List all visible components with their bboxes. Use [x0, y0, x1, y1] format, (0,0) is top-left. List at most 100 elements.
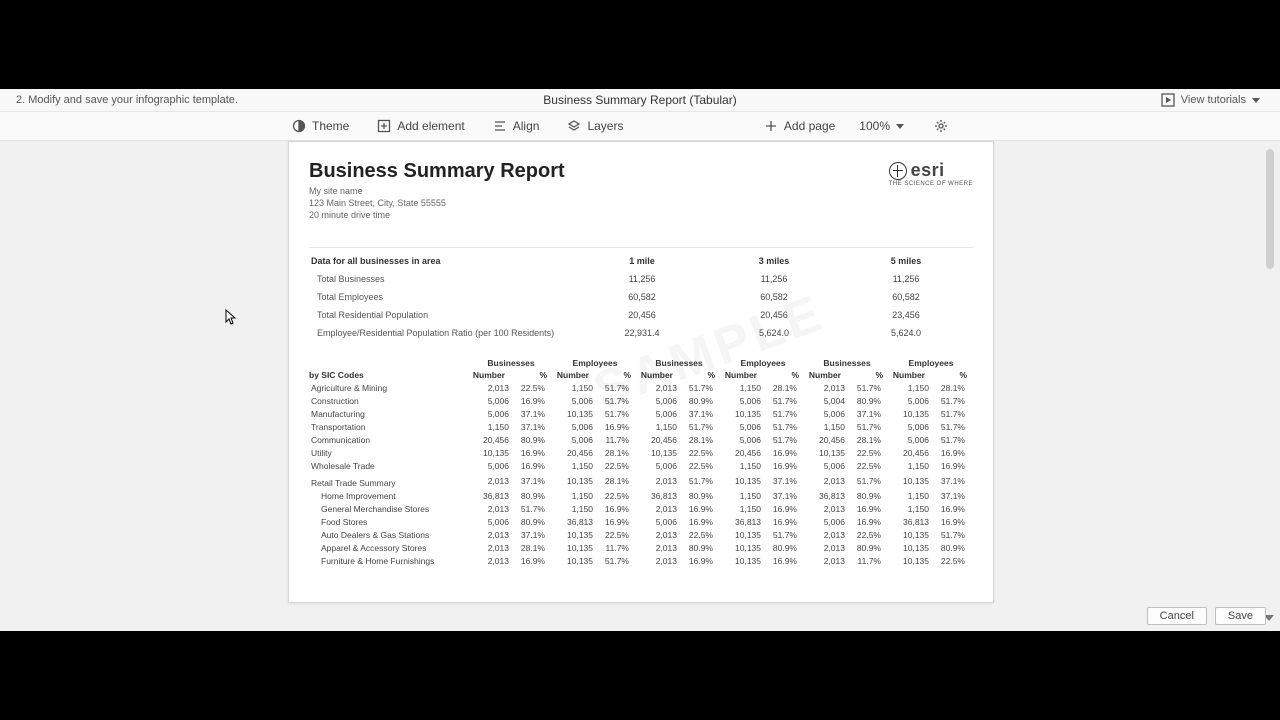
add-element-icon	[377, 119, 391, 133]
sic-row: Furniture & Home Furnishings2,01316.9%10…	[309, 555, 973, 568]
sic-cell: 28.1%	[931, 381, 973, 394]
sic-cell: 16.9%	[595, 516, 637, 529]
sic-cell: 10,135	[721, 407, 763, 420]
sic-cell: 22.5%	[847, 529, 889, 542]
view-tutorials-button[interactable]: View tutorials	[1161, 89, 1260, 111]
sic-cell: 51.7%	[931, 420, 973, 433]
summary-col: 3 miles	[709, 250, 839, 269]
align-button[interactable]: Align	[493, 119, 540, 133]
sic-cell: 22.5%	[595, 459, 637, 472]
save-button[interactable]: Save	[1215, 607, 1266, 625]
sic-cell: 80.9%	[679, 490, 721, 503]
sic-cell: 5,006	[889, 433, 931, 446]
add-page-button[interactable]: Add page	[764, 119, 835, 133]
sic-cell: 20,456	[889, 446, 931, 459]
sic-cell: 2,013	[805, 503, 847, 516]
sic-cell: 51.7%	[847, 381, 889, 394]
play-icon	[1161, 93, 1175, 107]
summary-cell: 60,582	[709, 289, 839, 305]
canvas-area[interactable]: SAMPLE esri THE SCIENCE OF WHERE Busines…	[0, 141, 1280, 631]
summary-cell: 11,256	[709, 271, 839, 287]
sic-group: Businesses	[637, 357, 721, 369]
sic-cell: 28.1%	[595, 472, 637, 490]
sic-subhead: Number	[889, 369, 931, 381]
summary-table: Data for all businesses in area 1 mile 3…	[309, 247, 973, 343]
sic-cell: 10,135	[637, 446, 679, 459]
sic-cell: 16.9%	[847, 516, 889, 529]
sic-cell: 37.1%	[763, 490, 805, 503]
settings-icon[interactable]	[934, 119, 948, 133]
sic-cell: 37.1%	[511, 407, 553, 420]
sic-row-label: General Merchandise Stores	[309, 503, 469, 516]
sic-cell: 51.7%	[847, 420, 889, 433]
sic-cell: 22.5%	[679, 446, 721, 459]
sic-row: Auto Dealers & Gas Stations2,01337.1%10,…	[309, 529, 973, 542]
sic-row: Agriculture & Mining2,01322.5%1,15051.7%…	[309, 381, 973, 394]
sic-cell: 10,135	[889, 472, 931, 490]
sic-cell: 5,006	[469, 459, 511, 472]
sic-cell: 1,150	[889, 381, 931, 394]
sic-cell: 28.1%	[763, 381, 805, 394]
sic-cell: 1,150	[805, 420, 847, 433]
sic-cell: 2,013	[805, 472, 847, 490]
summary-row-label: Total Employees	[311, 289, 575, 305]
site-address: 123 Main Street, City, State 55555	[309, 197, 973, 209]
sic-cell: 51.7%	[595, 407, 637, 420]
sic-cell: 20,456	[721, 446, 763, 459]
sic-cell: 10,135	[889, 555, 931, 568]
sic-row: Communication20,45680.9%5,00611.7%20,456…	[309, 433, 973, 446]
sic-cell: 16.9%	[679, 503, 721, 516]
summary-cell: 5,624.0	[841, 325, 971, 341]
theme-button[interactable]: Theme	[292, 119, 349, 133]
sic-cell: 51.7%	[595, 394, 637, 407]
summary-row: Employee/Residential Population Ratio (p…	[311, 325, 971, 341]
sic-cell: 37.1%	[931, 490, 973, 503]
sic-cell: 5,006	[889, 420, 931, 433]
sic-cell: 2,013	[637, 472, 679, 490]
sic-cell: 36,813	[553, 516, 595, 529]
sic-group: Employees	[721, 357, 805, 369]
summary-cell: 11,256	[577, 271, 707, 287]
sic-cell: 2,013	[469, 542, 511, 555]
add-element-button[interactable]: Add element	[377, 119, 464, 133]
sic-cell: 51.7%	[763, 394, 805, 407]
zoom-dropdown[interactable]: 100%	[859, 119, 904, 133]
sic-cell: 80.9%	[511, 490, 553, 503]
sic-cell: 80.9%	[511, 516, 553, 529]
sic-subhead: Number	[637, 369, 679, 381]
align-icon	[493, 119, 507, 133]
summary-cell: 20,456	[709, 307, 839, 323]
report-page[interactable]: SAMPLE esri THE SCIENCE OF WHERE Busines…	[288, 141, 994, 603]
summary-row-label: Employee/Residential Population Ratio (p…	[311, 325, 575, 341]
chevron-down-icon	[896, 124, 904, 129]
layers-button[interactable]: Layers	[567, 119, 623, 133]
add-page-label: Add page	[784, 119, 835, 133]
sic-cell: 2,013	[805, 555, 847, 568]
sic-subhead: %	[679, 369, 721, 381]
sic-row: Apparel & Accessory Stores2,01328.1%10,1…	[309, 542, 973, 555]
sic-cell: 22.5%	[595, 529, 637, 542]
sic-cell: 5,006	[553, 394, 595, 407]
vertical-scrollbar[interactable]	[1266, 149, 1274, 269]
sic-cell: 51.7%	[931, 394, 973, 407]
sic-cell: 51.7%	[847, 472, 889, 490]
sic-row-label: Home Improvement	[309, 490, 469, 503]
sic-cell: 51.7%	[763, 407, 805, 420]
sic-subhead: Number	[553, 369, 595, 381]
sic-cell: 51.7%	[595, 381, 637, 394]
zoom-value: 100%	[859, 119, 890, 133]
sic-cell: 16.9%	[931, 446, 973, 459]
sic-cell: 80.9%	[763, 542, 805, 555]
summary-cell: 60,582	[841, 289, 971, 305]
sic-cell: 10,135	[889, 407, 931, 420]
sic-cell: 16.9%	[763, 503, 805, 516]
sic-cell: 36,813	[805, 490, 847, 503]
sic-cell: 10,135	[553, 472, 595, 490]
summary-row-label: Total Residential Population	[311, 307, 575, 323]
sic-cell: 1,150	[889, 490, 931, 503]
cancel-button[interactable]: Cancel	[1147, 607, 1207, 625]
sic-cell: 20,456	[637, 433, 679, 446]
sic-cell: 80.9%	[679, 542, 721, 555]
sic-cell: 16.9%	[511, 459, 553, 472]
sic-cell: 51.7%	[679, 420, 721, 433]
